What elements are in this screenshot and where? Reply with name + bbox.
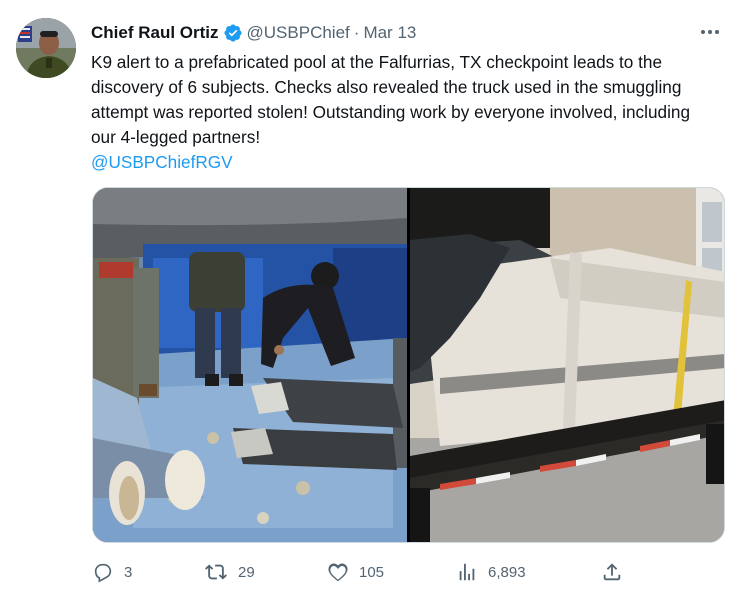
tweet-date[interactable]: Mar 13 xyxy=(363,23,416,43)
tweet-body: K9 alert to a prefabricated pool at the … xyxy=(91,50,716,175)
views-button[interactable]: 6,893 xyxy=(456,560,526,584)
mention-link[interactable]: @USBPChiefRGV xyxy=(91,150,716,175)
people-hidden-in-pool-photo[interactable] xyxy=(93,188,407,542)
tweet-card[interactable]: Chief Raul Ortiz @USBPChief · Mar 13 K9 … xyxy=(0,0,748,596)
tweet-header: Chief Raul Ortiz @USBPChief · Mar 13 xyxy=(91,22,416,44)
author-handle[interactable]: @USBPChief xyxy=(247,23,350,43)
retweet-button[interactable]: 29 xyxy=(204,560,255,584)
views-chart-icon xyxy=(456,561,478,583)
like-button[interactable]: 105 xyxy=(327,560,384,584)
reply-count: 3 xyxy=(124,563,133,581)
retweet-count: 29 xyxy=(238,563,255,581)
flatbed-truck-with-pool-photo[interactable] xyxy=(410,188,724,542)
share-icon xyxy=(601,561,623,583)
views-count: 6,893 xyxy=(488,563,526,581)
separator-dot: · xyxy=(353,23,360,42)
author-display-name[interactable]: Chief Raul Ortiz xyxy=(91,23,219,43)
verified-badge-icon xyxy=(223,23,243,43)
tweet-text: K9 alert to a prefabricated pool at the … xyxy=(91,52,691,147)
more-options-icon[interactable] xyxy=(698,22,722,42)
reply-button[interactable]: 3 xyxy=(92,560,132,584)
media-grid xyxy=(92,187,725,543)
like-count: 105 xyxy=(359,563,385,581)
heart-icon xyxy=(327,561,349,583)
author-avatar[interactable] xyxy=(16,18,76,78)
tweet-actions: 3 29 105 6,893 xyxy=(92,560,632,584)
reply-icon xyxy=(92,561,114,583)
retweet-icon xyxy=(204,561,228,583)
share-button[interactable] xyxy=(601,560,623,584)
avatar-image xyxy=(16,18,76,78)
